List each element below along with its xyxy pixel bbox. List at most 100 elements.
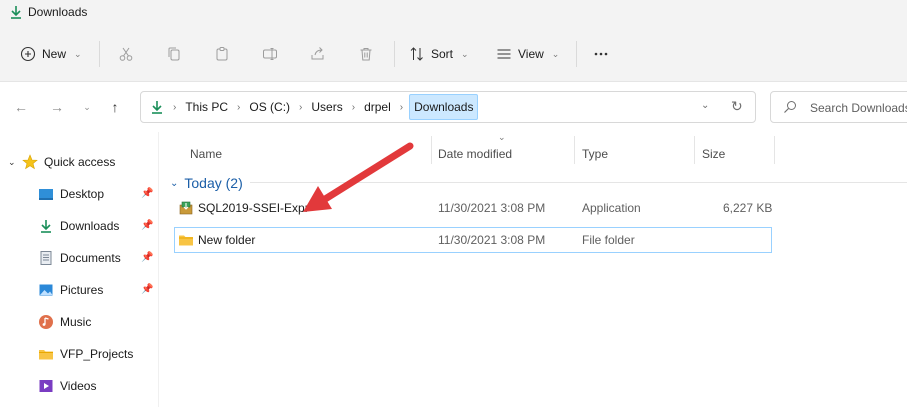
folder-icon — [38, 346, 54, 362]
table-row[interactable]: SQL2019-SSEI-Expr 11/30/2021 3:08 PM App… — [174, 196, 772, 222]
pin-icon[interactable]: 📌 — [141, 188, 153, 199]
desktop-icon — [38, 186, 54, 202]
delete-icon — [360, 48, 372, 61]
command-bar: New ⌄ Sort ⌄ View ⌄ — [0, 26, 907, 82]
paste-button[interactable] — [214, 40, 230, 68]
star-icon — [22, 154, 38, 170]
search-icon — [784, 101, 796, 113]
recent-locations-chevron-icon[interactable]: ⌄ — [78, 98, 96, 116]
group-label: Today (2) — [184, 175, 243, 191]
chevron-right-icon: › — [237, 101, 241, 113]
navigation-row: ← → ⌄ ↑ › This PC › OS (C:) › Users › dr… — [0, 82, 907, 132]
breadcrumb: › This PC › OS (C:) › Users › drpel › Do… — [149, 92, 479, 122]
chevron-right-icon: › — [399, 101, 404, 113]
back-arrow-icon[interactable]: ← — [12, 98, 30, 116]
column-header-name[interactable]: Name — [190, 142, 222, 166]
new-button[interactable]: New ⌄ — [20, 40, 82, 68]
videos-icon — [38, 378, 54, 394]
sort-label: Sort — [431, 47, 454, 61]
toolbar-divider — [394, 41, 395, 67]
more-icon — [594, 52, 608, 56]
sidebar-item-label: Downloads — [60, 219, 120, 233]
sort-icon — [410, 47, 423, 61]
address-bar[interactable]: › This PC › OS (C:) › Users › drpel › Do… — [140, 91, 756, 123]
share-icon — [311, 47, 324, 60]
sort-button[interactable]: Sort ⌄ — [409, 40, 469, 68]
file-date: 11/30/2021 3:08 PM — [438, 201, 546, 215]
chevron-down-icon: ⌄ — [8, 156, 16, 167]
pictures-icon — [38, 282, 54, 298]
cut-button[interactable] — [118, 40, 134, 68]
download-arrow-icon — [11, 6, 21, 19]
chevron-right-icon: › — [299, 101, 303, 113]
sidebar-item-label: Music — [60, 315, 92, 329]
file-list: Name ⌄ Date modified Type Size ⌄ Today (… — [160, 132, 907, 407]
column-divider[interactable] — [774, 136, 775, 164]
paste-icon — [216, 47, 228, 61]
breadcrumb-downloads[interactable]: Downloads — [409, 94, 479, 120]
search-placeholder: Search Downloads — [810, 101, 907, 115]
pin-icon[interactable]: 📌 — [141, 220, 153, 231]
share-button[interactable] — [310, 40, 326, 68]
column-divider[interactable] — [694, 136, 695, 164]
breadcrumb-users[interactable]: Users — [308, 100, 345, 114]
column-divider[interactable] — [431, 136, 432, 164]
forward-arrow-icon[interactable]: → — [48, 98, 66, 116]
chevron-down-icon: ⌄ — [551, 48, 560, 59]
delete-button[interactable] — [358, 40, 374, 68]
group-header-today[interactable]: ⌄ Today (2) — [170, 172, 243, 194]
column-header-size[interactable]: Size — [702, 142, 725, 166]
breadcrumb-drpel[interactable]: drpel — [361, 100, 394, 114]
copy-icon — [168, 47, 180, 61]
sidebar-item-label: VFP_Projects — [60, 347, 134, 361]
sidebar-item-label: Desktop — [60, 187, 105, 201]
group-divider — [250, 182, 907, 183]
folder-icon — [178, 228, 194, 252]
table-row-selected[interactable]: New folder 11/30/2021 3:08 PM File folde… — [174, 227, 772, 253]
more-button[interactable] — [593, 40, 609, 68]
breadcrumb-os-c[interactable]: OS (C:) — [246, 100, 293, 114]
column-header-type[interactable]: Type — [582, 142, 608, 166]
up-arrow-icon[interactable]: ↑ — [106, 98, 124, 116]
chevron-down-icon: ⌄ — [170, 177, 179, 189]
window-title: Downloads — [28, 5, 88, 19]
file-date: 11/30/2021 3:08 PM — [438, 233, 546, 247]
search-input[interactable]: Search Downloads — [770, 91, 907, 123]
music-icon — [38, 314, 54, 330]
breadcrumb-this-pc[interactable]: This PC — [182, 100, 231, 114]
chevron-right-icon: › — [173, 101, 177, 113]
rename-icon — [263, 48, 277, 60]
toolbar-divider — [99, 41, 100, 67]
cut-icon — [119, 47, 133, 61]
pane-divider — [158, 132, 159, 407]
chevron-down-icon: ⌄ — [74, 48, 82, 59]
document-icon — [38, 250, 54, 266]
sidebar-item-quick-access[interactable]: ⌄ Quick access — [8, 148, 168, 176]
address-history-chevron-icon[interactable]: ⌄ — [701, 100, 709, 111]
sidebar-item-label: Documents — [60, 251, 121, 265]
title-bar: Downloads — [0, 0, 907, 26]
view-label: View — [518, 47, 544, 61]
sidebar-item-label: Videos — [60, 379, 97, 393]
refresh-icon[interactable]: ↻ — [731, 98, 743, 115]
column-divider[interactable] — [574, 136, 575, 164]
installer-icon — [178, 196, 194, 220]
view-button[interactable]: View ⌄ — [496, 40, 559, 68]
new-label: New — [42, 47, 67, 61]
download-arrow-icon — [38, 218, 54, 234]
pin-icon[interactable]: 📌 — [141, 284, 153, 295]
chevron-right-icon: › — [351, 101, 356, 113]
file-size: 6,227 KB — [723, 201, 773, 215]
plus-circle-icon — [20, 46, 36, 62]
chevron-down-icon: ⌄ — [461, 48, 469, 59]
copy-button[interactable] — [166, 40, 182, 68]
column-header-date-modified[interactable]: Date modified — [438, 142, 512, 166]
file-name: New folder — [198, 233, 256, 247]
file-name: SQL2019-SSEI-Expr — [198, 201, 309, 215]
pin-icon[interactable]: 📌 — [141, 252, 153, 263]
rename-button[interactable] — [262, 40, 278, 68]
file-type: File folder — [582, 233, 635, 247]
navigation-pane: ⌄ Quick access Desktop 📌 Downloads 📌 Doc… — [0, 140, 160, 407]
sidebar-item-label: Quick access — [44, 155, 116, 169]
file-type: Application — [582, 201, 641, 215]
